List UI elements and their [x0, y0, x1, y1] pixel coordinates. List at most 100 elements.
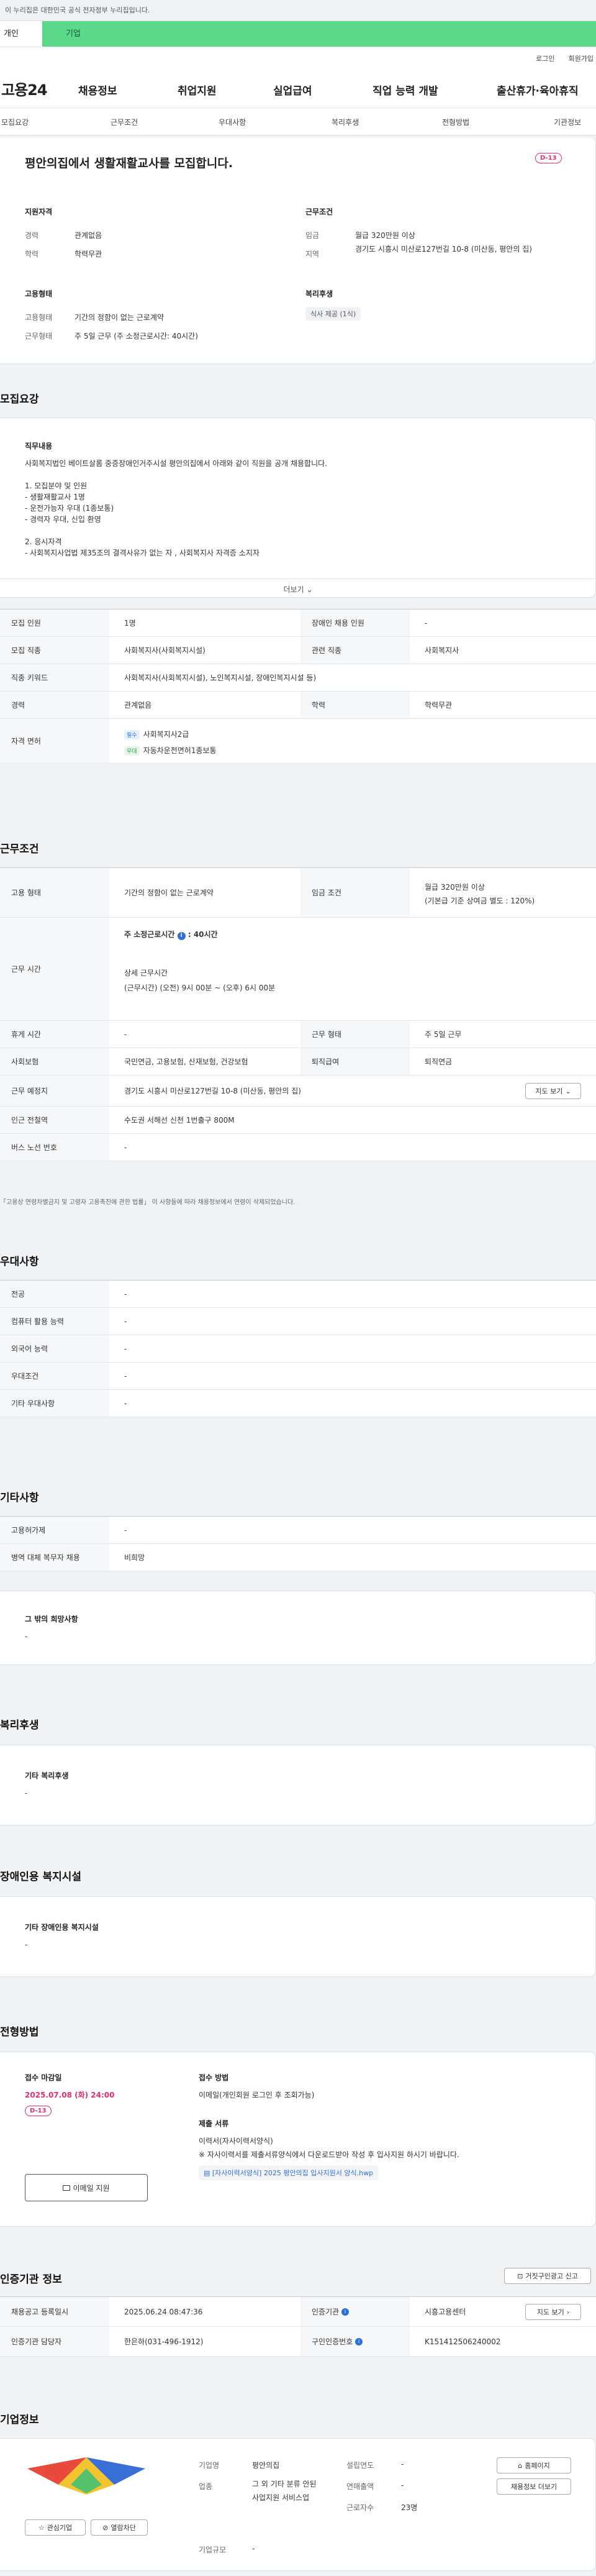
company-logo [27, 2457, 145, 2495]
subnav-item[interactable]: 우대사항 [219, 117, 246, 127]
row-value: - [124, 1030, 127, 1039]
row-key: 전공 [0, 1281, 109, 1307]
nav-item[interactable]: 취업지원 [178, 82, 217, 98]
section-title-cond: 근무조건 [0, 843, 39, 856]
age-note: 「고용상 연령차별금지 및 고령자 고용촉진에 관한 법률」 이 사항들에 따라… [0, 1199, 296, 1206]
home-icon: ⌂ [518, 2461, 523, 2470]
utility-bar: 로그인 회원가입 [0, 47, 596, 70]
method-heading: 접수 방법 [199, 2073, 229, 2082]
mail-icon [63, 2185, 71, 2191]
row-key: 버스 노선 번호 [0, 1134, 109, 1161]
row-value: 1명 [124, 619, 136, 628]
career-value: 관계없음 [74, 231, 102, 240]
row-key: 모집 인원 [0, 610, 109, 636]
job-desc-card: 직무내용 사회복지법인 베이트살롬 중증장애인거주시설 평안의집에서 아래와 같… [0, 418, 596, 598]
wage-value: 월급 320만원 이상 [425, 883, 485, 892]
row-key: 자격 면허 [0, 719, 109, 763]
welfare-card: 기타 복리후생 - [0, 1745, 596, 1825]
subnav-item[interactable]: 근무조건 [111, 117, 138, 127]
table-row: 전공 - [0, 1281, 596, 1308]
nav-item[interactable]: 직업 능력 개발 [372, 82, 438, 98]
file-icon: ▤ [204, 2169, 212, 2177]
block-icon: ⊘ [102, 2523, 109, 2532]
table-row: 자격 면허 필수 사회복지사2급 우대 자동차운전면허1종보통 [0, 719, 596, 764]
section-title-disab: 장애인용 복지시설 [0, 1871, 82, 1883]
table-row: 병역 대체 복무자 채용 비희망 [0, 1544, 596, 1571]
job-title: 평안의집에서 생활재활교사를 모집합니다. [25, 157, 233, 170]
file-download[interactable]: ▤ [자사이력서양식] 2025 평안의집 입사지원서 양식.hwp [199, 2165, 379, 2180]
row-value: - [124, 1371, 127, 1381]
license-2: 우대 자동차운전면허1종보통 [124, 745, 217, 756]
row-value: 학력무관 [425, 701, 453, 710]
report-ad-button[interactable]: ⊡ 거짓구인광고 신고 [504, 2268, 591, 2284]
more-jobs-button[interactable]: 채용정보 더보기 [497, 2478, 571, 2495]
favorite-company-button[interactable]: ☆ 관심기업 [25, 2519, 86, 2536]
employees-label: 근로자수 [346, 2503, 374, 2512]
other-wish-card: 그 밖의 희망사항 - [0, 1591, 596, 1665]
year-value: - [401, 2460, 404, 2469]
row-key: 장애인 채용 인원 [300, 610, 410, 636]
row-key: 인증기관 담당자 [0, 2327, 109, 2356]
year-label: 설립연도 [346, 2461, 374, 2470]
docs-heading: 제출 서류 [199, 2119, 229, 2128]
map-view-button[interactable]: 지도 보기 › [525, 2304, 581, 2320]
row-key: 사회보험 [0, 1048, 109, 1075]
weekly-hours-value: 40시간 [193, 930, 218, 939]
more-button[interactable]: 더보기 ⌄ [0, 578, 596, 595]
subnav-item[interactable]: 전형방법 [442, 117, 469, 127]
row-value: 수도권 서해선 신천 1번출구 800M [124, 1116, 235, 1125]
welfare-value: - [25, 1789, 28, 1797]
info-icon[interactable]: i [341, 2308, 349, 2316]
subnav-item[interactable]: 모집요강 [1, 117, 29, 127]
emp-label: 고용형태 [25, 313, 53, 322]
info-icon[interactable]: i [177, 932, 186, 940]
row-key: 퇴직급여 [300, 1048, 410, 1075]
other-wish-value: - [25, 1632, 28, 1641]
docs-note: ※ 자사이력서를 제출서류양식에서 다운로드받아 작성 후 입사지원 하시기 바… [199, 2150, 459, 2159]
row-value: 주 5일 근무 [425, 1030, 462, 1039]
site-logo[interactable]: 고용24 [0, 78, 78, 99]
row-value: 시흥고용센터 [425, 2308, 466, 2316]
row-key: 기타 우대사항 [0, 1390, 109, 1417]
edu-label: 학력 [25, 250, 39, 258]
section-nav: 모집요강 근무조건 우대사항 복리후생 전형방법 기관정보 [0, 108, 596, 135]
industry-value: 그 외 기타 분류 안된 사업지원 서비스업 [252, 2480, 317, 2502]
row-key: 근무 시간 [0, 918, 109, 1020]
row-value: 퇴직연금 [425, 1057, 453, 1066]
disab-heading: 기타 장애인용 복지시설 [25, 1923, 99, 1932]
welfare-heading: 기타 복리후생 [25, 1771, 69, 1780]
table-row: 버스 노선 번호 - [0, 1134, 596, 1161]
etc-table: 고용허가제 - 병역 대체 복무자 채용 비희망 [0, 1516, 596, 1571]
row-value: 관계없음 [124, 701, 152, 710]
table-row: 기타 우대사항 - [0, 1390, 596, 1417]
summary-card: 평안의집에서 생활재활교사를 모집합니다. D-13 지원자격 경력 관계없음 … [0, 138, 596, 364]
work-value: 주 5일 근무 (주 소정근로시간: 40시간) [74, 332, 198, 340]
nav-item[interactable]: 채용정보 [78, 82, 117, 98]
row-value: 한은하(031-496-1912) [124, 2337, 204, 2346]
join-link[interactable]: 회원가입 [569, 53, 594, 63]
row-value: 사회복지사(사회복지시설), 노인복지시설, 장애인복지시설 등) [124, 674, 317, 682]
email-apply-button[interactable]: 이메일 지원 [25, 2174, 148, 2201]
nav-item[interactable]: 출산휴가·육아휴직 [497, 82, 579, 98]
row-value: - [425, 618, 428, 628]
section-title-company: 기업정보 [0, 2414, 39, 2426]
section-title-welfare: 복리후생 [0, 1719, 39, 1732]
tab-company[interactable]: 기업 [42, 21, 596, 47]
row-key: 직종 키워드 [0, 664, 109, 691]
homepage-button[interactable]: ⌂ 홈페이지 [497, 2457, 571, 2473]
career-label: 경력 [25, 231, 39, 240]
block-view-button[interactable]: ⊘ 열람차단 [91, 2519, 148, 2536]
service-tabs: 개인 기업 [0, 21, 596, 47]
dday-badge: D-13 [25, 2106, 52, 2116]
subnav-item[interactable]: 복리후생 [332, 117, 359, 127]
map-view-button[interactable]: 지도 보기 ⌄ [525, 1083, 581, 1099]
wage-value: 월급 320만원 이상 [355, 231, 415, 240]
subnav-item[interactable]: 기관정보 [554, 117, 581, 127]
nav-item[interactable]: 실업급여 [273, 82, 312, 98]
info-icon[interactable]: i [355, 2337, 363, 2345]
tab-personal[interactable]: 개인 [0, 21, 42, 47]
login-link[interactable]: 로그인 [536, 53, 554, 63]
table-row: 사회보험 국민연금, 고용보험, 산재보험, 건강보험 퇴직급여 퇴직연금 [0, 1048, 596, 1076]
welf-badge: 식사 제공 (1식) [305, 307, 361, 321]
work-label: 근무형태 [25, 332, 53, 340]
